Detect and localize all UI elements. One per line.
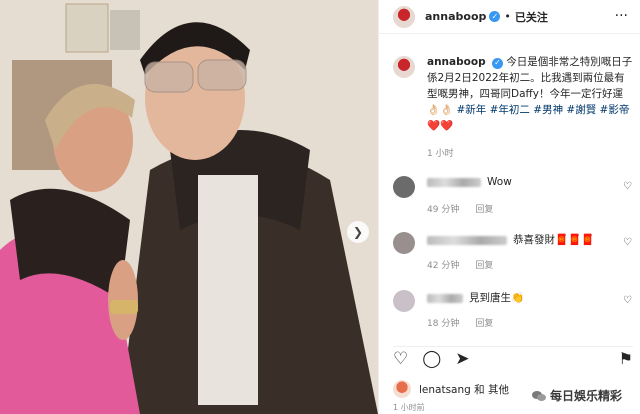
- author-username[interactable]: annaboop: [425, 10, 486, 23]
- post-photo: ❯: [0, 0, 378, 414]
- caption-emoji: 👌🏻👌🏻: [427, 104, 454, 116]
- wechat-icon: [531, 390, 546, 401]
- commenter-name-blurred[interactable]: [427, 235, 507, 245]
- commenter-name-blurred[interactable]: [427, 293, 463, 303]
- verified-check-icon: ✓: [491, 57, 503, 69]
- post-age: 1 小时前: [393, 403, 425, 412]
- comment-time: 49 分钟: [427, 205, 460, 215]
- reply-button[interactable]: 回复: [475, 205, 493, 215]
- author-avatar[interactable]: [393, 5, 415, 28]
- comment-body: 見到唐生👏: [427, 290, 524, 305]
- comment-meta: 49 分钟 回复: [427, 202, 509, 215]
- commenter-name-blurred[interactable]: [427, 177, 481, 187]
- reply-button[interactable]: 回复: [475, 319, 493, 329]
- like-heart-icon[interactable]: ♡: [393, 349, 408, 369]
- likes-row: lenatsang 和 其他: [393, 380, 509, 398]
- comment-row: 恭喜發財🧧🧧🧧: [393, 232, 633, 254]
- photo-illustration: [0, 0, 378, 414]
- caption-avatar[interactable]: [393, 56, 415, 78]
- following-button[interactable]: 已关注: [515, 9, 548, 25]
- comment-row: Wow: [393, 176, 633, 198]
- caption: annaboop ✓ 今日是個非常之特別嘅日子係2月2日2022年初二。比我遇到…: [393, 54, 633, 134]
- chevron-right-icon: ❯: [352, 225, 364, 239]
- comment-like-heart-icon[interactable]: ♡: [623, 237, 632, 248]
- liker-avatar[interactable]: [393, 380, 411, 398]
- verified-check-icon: ✓: [489, 11, 501, 22]
- comment-body: Wow: [427, 176, 512, 188]
- comment-text: 見到唐生👏: [469, 292, 525, 304]
- separator-dot: •: [504, 10, 511, 23]
- comment-time: 42 分钟: [427, 261, 460, 271]
- comment-bubble-icon[interactable]: ◯: [422, 349, 441, 369]
- post-sidebar: annaboop ✓ • 已关注 ··· annaboop ✓ 今日是個非常之特…: [378, 0, 640, 414]
- caption-hashtags[interactable]: #新年 #年初二 #男神 #謝賢 #影帝: [457, 104, 630, 116]
- commenter-avatar[interactable]: [393, 176, 415, 198]
- watermark: 每日娛乐精彩: [531, 387, 622, 404]
- comment-like-heart-icon[interactable]: ♡: [623, 181, 632, 192]
- comment-text: 恭喜發財🧧🧧🧧: [513, 234, 595, 246]
- post-actions: ♡ ◯ ➤ ⚑: [393, 346, 633, 370]
- commenter-avatar[interactable]: [393, 232, 415, 254]
- ellipsis-icon[interactable]: ···: [615, 8, 628, 24]
- share-send-icon[interactable]: ➤: [455, 349, 469, 369]
- caption-username[interactable]: annaboop: [427, 56, 486, 68]
- comment-like-heart-icon[interactable]: ♡: [623, 295, 632, 306]
- reply-button[interactable]: 回复: [475, 261, 493, 271]
- commenter-avatar[interactable]: [393, 290, 415, 312]
- next-photo-button[interactable]: ❯: [347, 221, 369, 243]
- comment-body: 恭喜發財🧧🧧🧧: [427, 232, 594, 247]
- watermark-text: 每日娛乐精彩: [549, 389, 622, 403]
- caption-text-block: annaboop ✓ 今日是個非常之特別嘅日子係2月2日2022年初二。比我遇到…: [427, 54, 633, 134]
- caption-time: 1 小时: [427, 149, 454, 159]
- comment-meta: 42 分钟 回复: [427, 258, 509, 271]
- caption-hearts: ❤️❤️: [427, 120, 454, 132]
- comment-meta: 18 分钟 回复: [427, 316, 509, 329]
- comment-row: 見到唐生👏: [393, 290, 633, 312]
- post-header: annaboop ✓ • 已关注 ···: [379, 0, 640, 34]
- comment-text: Wow: [487, 176, 512, 188]
- bookmark-icon[interactable]: ⚑: [619, 349, 633, 368]
- likes-text[interactable]: lenatsang 和 其他: [419, 382, 509, 397]
- comment-time: 18 分钟: [427, 319, 460, 329]
